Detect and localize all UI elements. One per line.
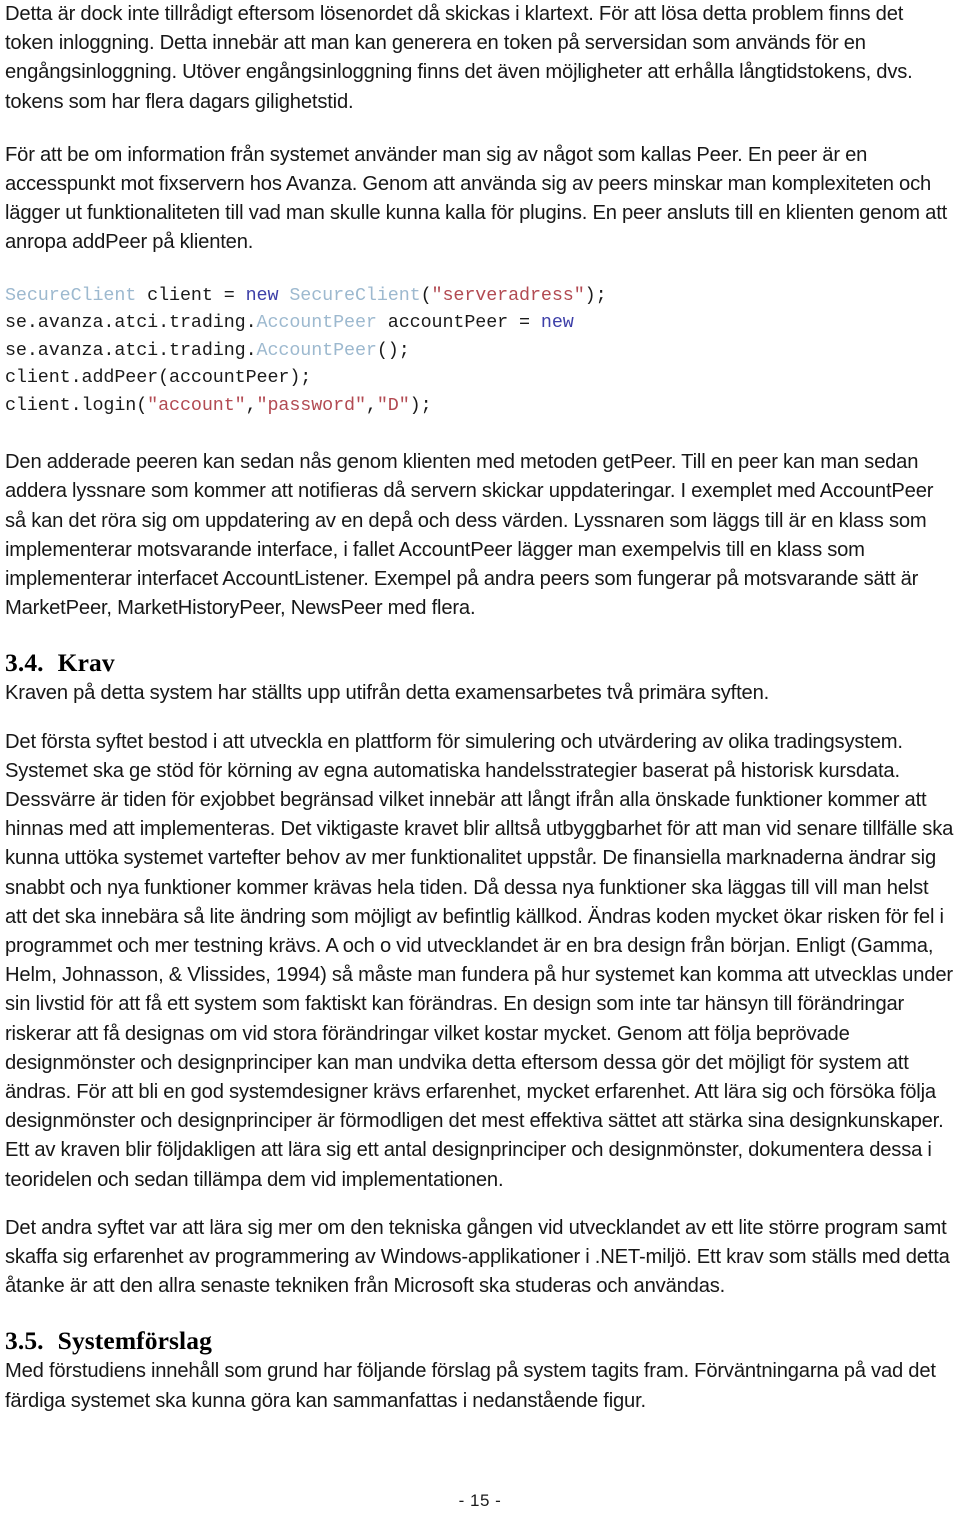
code-line-2: se.avanza.atci.trading.AccountPeer accou… [5,312,574,333]
code-token-keyword-new: new [540,312,574,334]
paragraph-peer-intro: För att be om information från systemet … [5,143,948,254]
paragraph-systemforslag-intro: Med förstudiens innehåll som grund har f… [5,1360,936,1412]
code-sample-block: SecureClient client = new SecureClient("… [5,282,954,420]
code-token-paren-open: ( [420,284,432,306]
code-token-type-secureclient: SecureClient [5,284,137,306]
code-line-5: client.login("account","password","D"); [5,395,432,416]
paragraph-token-login: Detta är dock inte tillrådigt eftersom l… [5,3,913,113]
code-line-4: client.addPeer(accountPeer); [5,367,311,388]
code-token-package-path: se.avanza.atci.trading. [5,312,257,334]
paragraph-forsta-syftet: Det första syftet bestod i att utveckla … [5,730,954,1191]
code-token-paren-close: ); [584,284,607,306]
page-number: - 15 - [458,1491,502,1510]
paragraph-andra-syftet: Det andra syftet var att lära sig mer om… [5,1216,950,1298]
page-footer: - 15 - [0,1491,960,1511]
code-token-comma: , [365,394,377,416]
code-token-string-d: "D" [376,394,410,416]
heading-number: 3.4. [5,648,44,678]
heading-number: 3.5. [5,1326,44,1356]
code-token-login-call: client.login( [5,394,148,416]
code-token-string-serveradress: "serveradress" [431,284,585,306]
code-token-paren-close: ); [409,394,432,416]
heading-title: Krav [57,648,115,678]
code-token-type-accountpeer: AccountPeer [256,339,377,361]
code-token-varname-accountpeer: accountPeer = [376,312,541,334]
paragraph-krav-intro: Kraven på detta system har ställts upp u… [5,682,770,705]
code-token-type-accountpeer: AccountPeer [256,312,377,334]
code-token-package-path: se.avanza.atci.trading. [5,339,257,361]
document-page: Detta är dock inte tillrådigt eftersom l… [0,0,960,1517]
code-token-plain: client = [136,284,246,306]
code-line-3: se.avanza.atci.trading.AccountPeer(); [5,340,410,361]
code-token-keyword-new: new [245,284,279,306]
code-token-string-password: "password" [256,394,366,416]
heading-3-5-systemforslag: 3.5. Systemförslag [5,1325,954,1357]
heading-3-4-krav: 3.4. Krav [5,647,954,679]
heading-title: Systemförslag [57,1326,212,1356]
code-token-comma: , [245,394,257,416]
code-token-type-secureclient-ctor: SecureClient [278,284,421,306]
code-token-string-account: "account" [147,394,246,416]
code-line-1: SecureClient client = new SecureClient("… [5,285,607,306]
code-token-ctor-call: (); [376,339,410,361]
code-token-addpeer-call: client.addPeer(accountPeer); [5,367,312,389]
paragraph-listener-explanation: Den adderade peeren kan sedan nås genom … [5,451,934,620]
